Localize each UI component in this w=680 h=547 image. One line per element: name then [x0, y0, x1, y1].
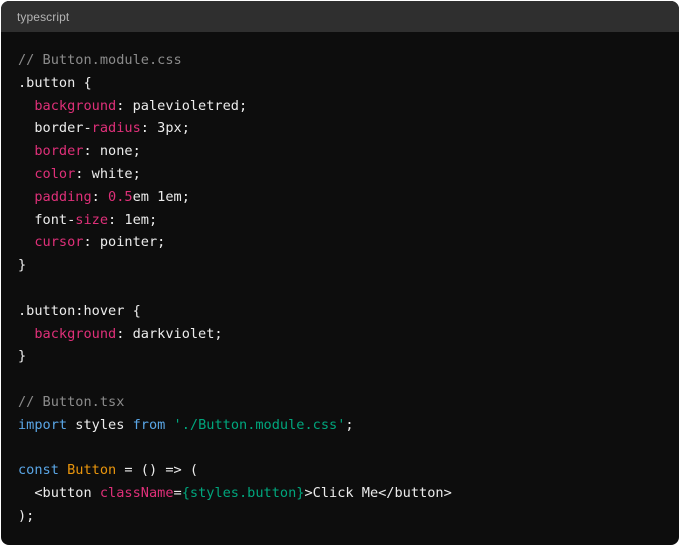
code-line: background: darkviolet;	[18, 323, 679, 346]
code-token-prop: size	[75, 211, 109, 228]
code-token-plain: <button	[18, 485, 100, 502]
code-token-plain: : 3px;	[140, 120, 190, 137]
code-token-string: './Button.module.css'	[173, 416, 346, 433]
code-token-prop: color	[34, 165, 76, 182]
code-line: border: none;	[18, 140, 679, 163]
code-line: }	[18, 345, 679, 368]
code-token-prop: cursor	[34, 234, 84, 251]
code-token-plain: >Click Me</button>	[304, 485, 452, 502]
code-token-comment: // Button.module.css	[18, 52, 182, 68]
code-token-plain: styles	[67, 416, 133, 433]
code-token-plain: );	[18, 507, 35, 524]
code-token-plain: }	[18, 348, 27, 365]
code-token-prop: radius	[91, 120, 141, 137]
code-line: );	[18, 505, 679, 528]
code-token-prop: padding	[34, 188, 92, 205]
code-token-keyword: from	[132, 416, 166, 433]
code-token-plain: : pointer;	[83, 234, 166, 251]
code-token-keyword: import	[18, 416, 68, 433]
code-line: color: white;	[18, 163, 679, 186]
code-line: .button {	[18, 72, 679, 95]
code-token-plain: }	[18, 257, 27, 274]
code-token-plain: .button {	[18, 74, 92, 91]
code-token-prop: className	[99, 485, 174, 502]
code-line: // Button.tsx	[18, 391, 679, 414]
code-line: .button:hover {	[18, 300, 679, 323]
code-token-prop: background	[34, 325, 117, 342]
code-token-plain: :	[91, 188, 109, 205]
code-line: background: palevioletred;	[18, 95, 679, 118]
code-token-plain: .button:hover {	[18, 302, 141, 319]
code-line: font-size: 1em;	[18, 209, 679, 232]
code-line: padding: 0.5em 1em;	[18, 186, 679, 209]
code-line: <button className={styles.button}>Click …	[18, 482, 679, 505]
code-token-plain: em 1em;	[132, 188, 190, 205]
code-token-class: Button	[67, 462, 117, 479]
code-token-plain: : none;	[83, 143, 141, 160]
code-token-plain: font-	[18, 211, 76, 228]
code-line: // Button.module.css	[18, 49, 679, 72]
code-token-plain: : darkviolet;	[116, 325, 223, 342]
code-line: import styles from './Button.module.css'…	[18, 414, 679, 437]
code-language-label: typescript	[17, 9, 70, 24]
code-token-plain: : white;	[75, 165, 141, 182]
code-token-prop: border	[34, 143, 84, 160]
code-token-comment: // Button.tsx	[18, 393, 125, 410]
code-token-plain: : palevioletred;	[116, 97, 248, 114]
code-token-plain: border-	[18, 120, 92, 137]
code-token-plain: : 1em;	[108, 211, 158, 228]
code-line: const Button = () => (	[18, 459, 679, 482]
code-token-string: {styles.button}	[181, 485, 305, 502]
code-token-prop: background	[34, 97, 117, 114]
code-token-plain: ;	[345, 416, 354, 433]
code-block: typescript // Button.module.css .button {…	[1, 1, 679, 545]
code-body[interactable]: // Button.module.css .button { background…	[1, 32, 679, 528]
code-line: border-radius: 3px;	[18, 117, 679, 140]
code-header: typescript	[1, 1, 679, 32]
code-token-keyword: const	[18, 462, 59, 479]
code-line: cursor: pointer;	[18, 231, 679, 254]
code-token-plain: =	[173, 485, 182, 502]
code-line: }	[18, 254, 679, 277]
code-token-num: 0.5	[108, 188, 133, 205]
code-token-plain: = () => (	[116, 462, 199, 479]
